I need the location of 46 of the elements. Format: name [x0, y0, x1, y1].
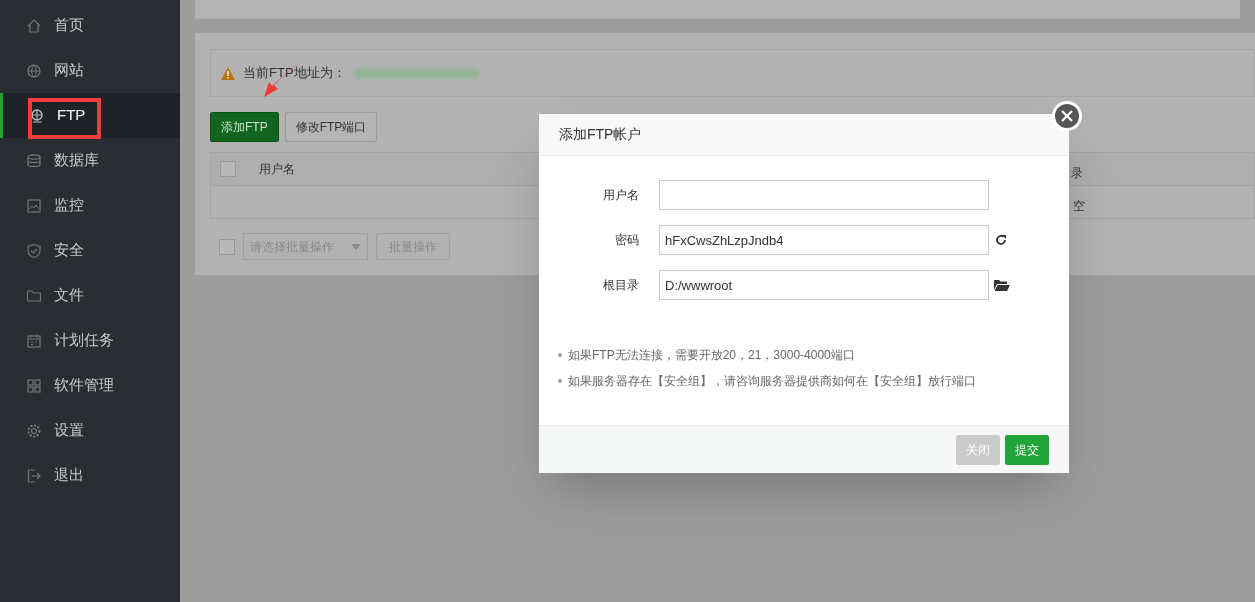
sidebar-item[interactable]: 首页	[0, 3, 180, 48]
sidebar-item[interactable]: 设置	[0, 408, 180, 453]
checkbox[interactable]	[219, 238, 235, 255]
gear-icon	[26, 422, 42, 439]
warning-icon	[221, 66, 235, 80]
checkbox[interactable]	[220, 161, 236, 177]
note-text: 如果服务器存在【安全组】，请咨询服务器提供商如何在【安全组】放行端口	[568, 373, 976, 390]
home-icon	[26, 17, 42, 34]
note-text: 如果FTP无法连接，需要开放20，21，3000-4000端口	[568, 347, 855, 364]
sidebar-item[interactable]: 文件	[0, 273, 180, 318]
folder-icon	[26, 287, 42, 304]
sidebar-item[interactable]: 软件管理	[0, 363, 180, 408]
field-label: 根目录	[602, 277, 639, 294]
column-header: 用户名	[259, 161, 295, 178]
ftp-icon	[29, 107, 45, 124]
field-label: 密码	[614, 232, 639, 249]
bullet-icon	[558, 379, 562, 383]
folder-icon	[994, 279, 1010, 291]
logout-icon	[26, 467, 42, 484]
input-field[interactable]	[659, 180, 989, 210]
grid-icon	[26, 377, 42, 394]
sidebar-item[interactable]: 退出	[0, 453, 180, 498]
field-label: 用户名	[602, 187, 639, 204]
sidebar-item[interactable]: 监控	[0, 183, 180, 228]
close-icon	[1061, 110, 1073, 122]
bullet-icon	[558, 353, 562, 357]
refresh-icon	[995, 234, 1007, 246]
sidebar-item[interactable]: 计划任务	[0, 318, 180, 363]
notice-text: 当前FTP地址为：	[243, 64, 346, 83]
shield-icon	[26, 242, 42, 259]
monitor-chart-icon	[26, 197, 42, 214]
table-cell-text: 空	[1073, 198, 1085, 215]
sidebar-item[interactable]: 安全	[0, 228, 180, 273]
sidebar-item[interactable]: FTP	[0, 93, 180, 138]
input-field[interactable]: D:/wwwroot	[659, 270, 989, 300]
column-header: 录	[1071, 165, 1083, 182]
sidebar-item[interactable]: 数据库	[0, 138, 180, 183]
dialog-title: 添加FTP帐户	[559, 125, 642, 144]
add-button[interactable]: 添加FTP	[210, 112, 279, 142]
calendar-icon	[26, 332, 42, 349]
sidebar-item[interactable]: 网站	[0, 48, 180, 93]
edit-port-button[interactable]: 修改FTP端口	[284, 112, 378, 142]
globe-icon	[26, 62, 42, 79]
caret-icon	[351, 243, 361, 250]
database-icon	[26, 152, 42, 169]
input-field[interactable]: hFxCwsZhLzpJndb4	[659, 225, 989, 255]
